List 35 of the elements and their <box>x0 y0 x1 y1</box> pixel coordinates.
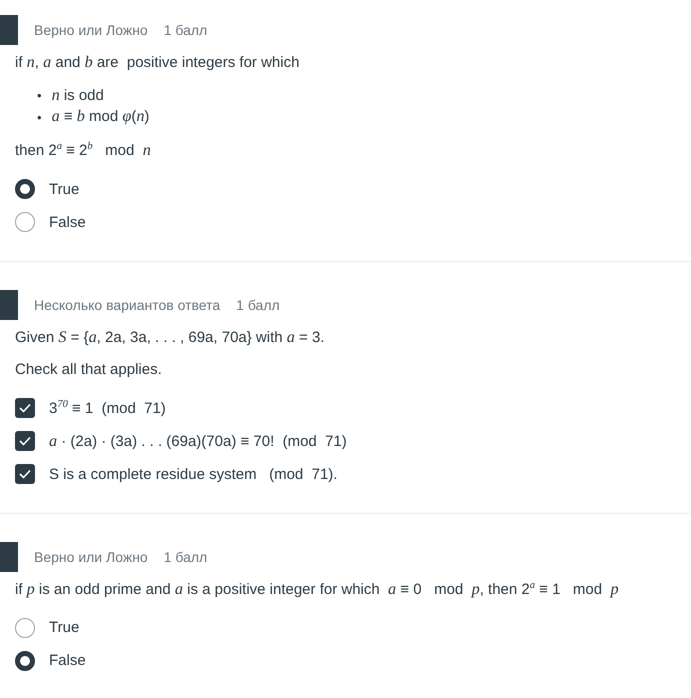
question-points: 1 балл <box>236 296 280 313</box>
radio-button[interactable] <box>15 179 35 200</box>
radio-button[interactable] <box>15 650 35 671</box>
bullet: • <box>37 108 42 126</box>
question-marker <box>0 542 18 572</box>
question-type: Верно или Ложно <box>34 548 148 565</box>
list-item: n is odd <box>52 84 104 106</box>
option-label: a · (2a) · (3a) . . . (69a)(70a) ≡ 70! (mod 71) <box>49 432 347 451</box>
option-label: True <box>49 180 80 198</box>
question-points: 1 балл <box>164 22 208 38</box>
radio-button[interactable] <box>15 212 35 232</box>
bullet: • <box>37 86 42 104</box>
checkbox[interactable] <box>15 398 35 418</box>
question-marker <box>0 290 18 320</box>
checkmark-icon <box>19 469 31 480</box>
question-marker <box>0 15 18 45</box>
question-text: then 2$^{a}$ ≡ 2$^{b}$ mod n <box>15 140 152 162</box>
checkbox[interactable] <box>15 464 35 484</box>
question-points: 1 балл <box>164 548 208 565</box>
question-text: if p is an odd prime and a is a positive integer for which a ≡ 0 mod p, then 2$^{a}$ ≡ 1 mod p <box>15 578 620 600</box>
option-label: True <box>49 619 80 636</box>
checkmark-icon <box>19 436 31 446</box>
checkbox[interactable] <box>15 431 35 452</box>
checkmark-icon <box>19 403 31 414</box>
question-text: Given S = {a, 2a, 3a, . . . , 69a, 70a} with a = 3. <box>15 326 326 348</box>
radio-button[interactable] <box>15 618 35 638</box>
list-item: a ≡ b mod φ(n) <box>52 106 150 128</box>
question-text: Check all that applies. <box>15 360 163 380</box>
option-label: S is a complete residue system (mod 71). <box>49 466 338 483</box>
question-text: if n, a and b are positive integers for which <box>15 52 300 73</box>
option-label: 3$^{70}$ ≡ 1 (mod 71) <box>49 399 166 418</box>
question-type: Верно или Ложно <box>34 22 148 38</box>
question-type: Несколько вариантов ответа <box>34 296 220 313</box>
option-label: False <box>49 214 86 231</box>
option-label: False <box>49 652 86 670</box>
